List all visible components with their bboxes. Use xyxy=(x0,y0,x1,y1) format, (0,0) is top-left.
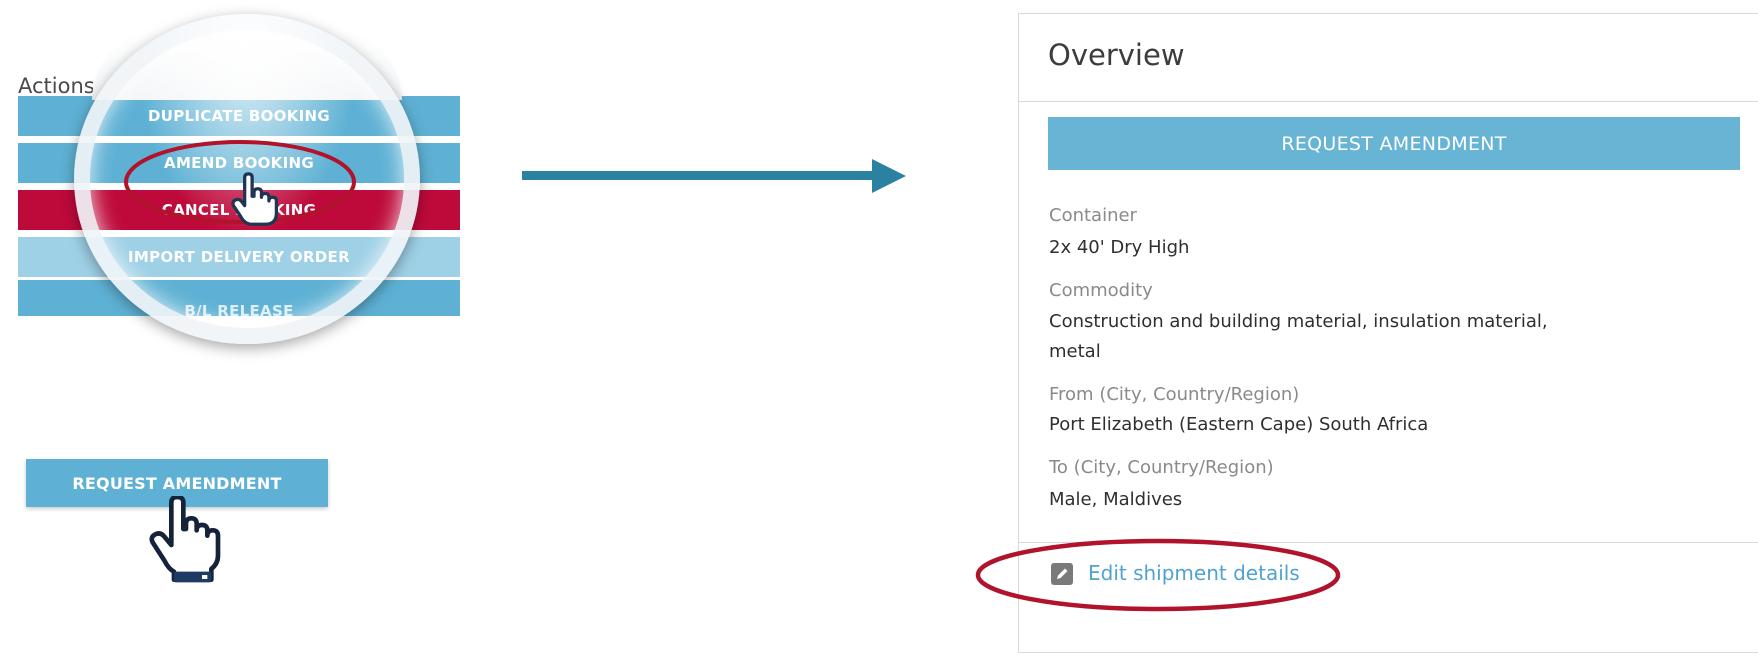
commodity-value-line2: metal xyxy=(1049,341,1101,362)
commodity-label: Commodity xyxy=(1049,280,1153,301)
container-value: 2x 40' Dry High xyxy=(1049,237,1190,258)
to-value: Male, Maldives xyxy=(1049,489,1183,510)
request-amendment-label: REQUEST AMENDMENT xyxy=(1281,132,1507,155)
from-value: Port Elizabeth (Eastern Cape) South Afri… xyxy=(1049,414,1429,435)
request-amendment-preview-label: REQUEST AMENDMENT xyxy=(72,473,282,493)
highlight-ring-edit xyxy=(975,538,1341,612)
actions-title: Actions xyxy=(18,74,95,98)
from-label: From (City, Country/Region) xyxy=(1049,384,1300,405)
to-label: To (City, Country/Region) xyxy=(1049,457,1274,478)
arrow-right-icon xyxy=(522,171,876,180)
overview-title: Overview xyxy=(1048,38,1185,72)
request-amendment-button[interactable]: REQUEST AMENDMENT xyxy=(1048,117,1740,170)
arrow-head xyxy=(872,159,906,193)
hand-pointer-icon xyxy=(231,172,279,226)
divider xyxy=(1018,101,1758,102)
hand-pointer-icon xyxy=(149,496,221,583)
commodity-value-line1: Construction and building material, insu… xyxy=(1049,311,1548,332)
container-label: Container xyxy=(1049,205,1137,226)
